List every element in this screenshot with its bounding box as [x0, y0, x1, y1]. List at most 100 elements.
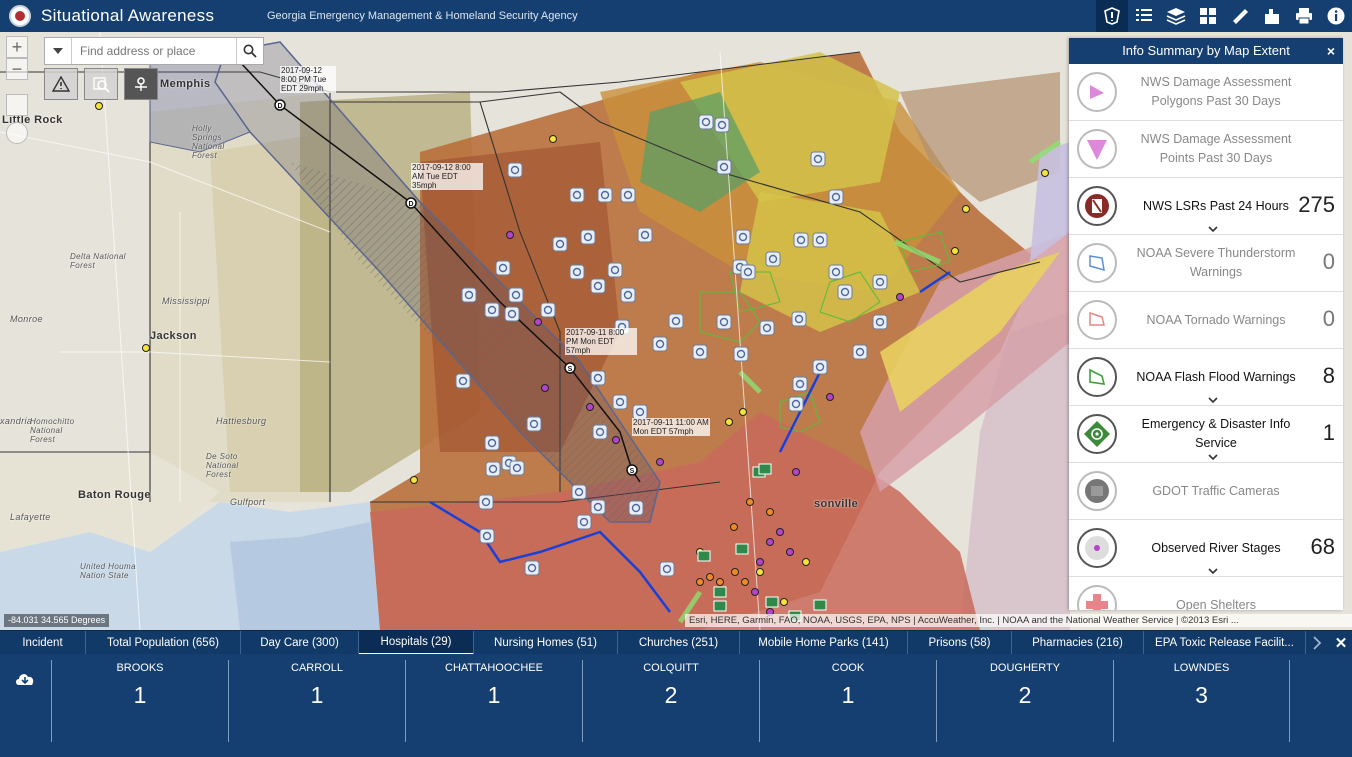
lsr-marker[interactable] — [812, 359, 828, 375]
lsr-marker[interactable] — [792, 376, 808, 392]
river-stage-marker[interactable] — [612, 436, 620, 444]
river-stage-marker[interactable] — [766, 538, 774, 546]
river-stage-marker[interactable] — [586, 403, 594, 411]
home-extent-button[interactable] — [6, 94, 28, 116]
close-icon[interactable]: ✕ — [1330, 631, 1352, 655]
lsr-marker[interactable] — [479, 528, 495, 544]
lsr-marker[interactable] — [524, 560, 540, 576]
river-gauge-marker[interactable] — [962, 205, 970, 213]
river-stage-marker[interactable] — [506, 231, 514, 239]
tab-epa-toxic-release[interactable]: EPA Toxic Release Facilit... — [1144, 631, 1306, 655]
lsr-marker[interactable] — [590, 499, 606, 515]
zoom-out-button[interactable]: − — [6, 58, 28, 80]
lsr-marker[interactable] — [812, 232, 828, 248]
tab-prisons[interactable]: Prisons (58) — [908, 631, 1012, 655]
lsr-marker[interactable] — [828, 189, 844, 205]
summary-row-traffic-cameras[interactable]: GDOT Traffic Cameras — [1069, 463, 1343, 520]
river-gauge-marker[interactable] — [951, 247, 959, 255]
locate-button[interactable] — [6, 122, 28, 144]
shelter-marker[interactable] — [716, 578, 724, 586]
lsr-marker[interactable] — [733, 346, 749, 362]
lsr-marker[interactable] — [692, 344, 708, 360]
close-icon[interactable]: × — [1327, 38, 1335, 64]
search-input[interactable] — [72, 38, 236, 64]
lsr-marker[interactable] — [793, 232, 809, 248]
tab-total-population[interactable]: Total Population (656) — [86, 631, 241, 655]
shelter-marker[interactable] — [766, 508, 774, 516]
info-icon[interactable] — [1320, 0, 1352, 32]
lsr-marker[interactable] — [526, 416, 542, 432]
river-stage-marker[interactable] — [786, 548, 794, 556]
lsr-marker[interactable] — [508, 287, 524, 303]
lsr-marker[interactable] — [540, 302, 556, 318]
lsr-marker[interactable] — [740, 264, 756, 280]
lsr-marker[interactable] — [714, 117, 730, 133]
shelter-marker[interactable] — [706, 573, 714, 581]
legend-list-icon[interactable] — [1128, 0, 1160, 32]
search-source-dropdown[interactable] — [45, 38, 72, 64]
traffic-camera-marker[interactable] — [713, 586, 727, 598]
tab-nursing-homes[interactable]: Nursing Homes (51) — [474, 631, 618, 655]
lsr-marker[interactable] — [837, 284, 853, 300]
cloud-download-icon[interactable] — [14, 670, 36, 686]
river-stage-marker[interactable] — [534, 318, 542, 326]
shelter-marker[interactable] — [730, 523, 738, 531]
lsr-marker[interactable] — [637, 227, 653, 243]
lsr-marker[interactable] — [552, 236, 568, 252]
tab-mobile-home-parks[interactable]: Mobile Home Parks (141) — [740, 631, 908, 655]
traffic-camera-marker[interactable] — [765, 596, 779, 608]
lsr-marker[interactable] — [478, 494, 494, 510]
lsr-marker[interactable] — [852, 344, 868, 360]
river-stage-marker[interactable] — [541, 384, 549, 392]
lsr-marker[interactable] — [495, 260, 511, 276]
lsr-marker[interactable] — [810, 151, 826, 167]
river-gauge-marker[interactable] — [756, 568, 764, 576]
lsr-marker[interactable] — [607, 262, 623, 278]
tab-churches[interactable]: Churches (251) — [618, 631, 740, 655]
lsr-marker[interactable] — [455, 373, 471, 389]
bookmarks-icon[interactable] — [1256, 0, 1288, 32]
river-stage-marker[interactable] — [756, 558, 764, 566]
lsr-marker[interactable] — [504, 306, 520, 322]
lsr-marker[interactable] — [659, 561, 675, 577]
lsr-marker[interactable] — [485, 461, 501, 477]
shelter-marker[interactable] — [696, 578, 704, 586]
lsr-marker[interactable] — [507, 162, 523, 178]
river-gauge-marker[interactable] — [725, 418, 733, 426]
chevron-down-icon[interactable] — [1208, 225, 1218, 233]
river-stage-marker[interactable] — [896, 293, 904, 301]
lsr-marker[interactable] — [612, 394, 628, 410]
basemap-grid-icon[interactable] — [1192, 0, 1224, 32]
search-icon[interactable] — [236, 38, 263, 64]
lsr-marker[interactable] — [788, 396, 804, 412]
chevron-down-icon[interactable] — [1208, 567, 1218, 575]
river-stage-marker[interactable] — [751, 588, 759, 596]
chevron-down-icon[interactable] — [1208, 453, 1218, 461]
lsr-marker[interactable] — [569, 187, 585, 203]
shelter-marker[interactable] — [731, 568, 739, 576]
summary-row-damage-points[interactable]: NWS Damage Assessment Points Past 30 Day… — [1069, 121, 1343, 178]
tab-incident[interactable]: Incident — [0, 631, 86, 655]
lsr-marker[interactable] — [872, 274, 888, 290]
summary-row-tornado[interactable]: NOAA Tornado Warnings 0 — [1069, 292, 1343, 349]
lsr-marker[interactable] — [590, 278, 606, 294]
river-gauge-marker[interactable] — [410, 476, 418, 484]
shelter-marker[interactable] — [746, 498, 754, 506]
lsr-marker[interactable] — [580, 229, 596, 245]
lsr-marker[interactable] — [872, 314, 888, 330]
lsr-marker[interactable] — [828, 264, 844, 280]
lsr-marker[interactable] — [628, 500, 644, 516]
summary-row-shelters[interactable]: Open Shelters — [1069, 577, 1343, 610]
zoom-in-button[interactable]: + — [6, 36, 28, 58]
river-gauge-marker[interactable] — [802, 558, 810, 566]
traffic-camera-marker[interactable] — [813, 599, 827, 611]
layers-alert-icon[interactable] — [1096, 0, 1128, 32]
lsr-marker[interactable] — [576, 514, 592, 530]
lsr-marker[interactable] — [484, 302, 500, 318]
lsr-marker[interactable] — [652, 336, 668, 352]
lsr-marker[interactable] — [461, 287, 477, 303]
identify-search-icon[interactable] — [84, 68, 118, 100]
river-gauge-marker[interactable] — [780, 598, 788, 606]
traffic-camera-marker[interactable] — [697, 550, 711, 562]
summary-row-edis[interactable]: Emergency & Disaster Info Service 1 — [1069, 406, 1343, 463]
